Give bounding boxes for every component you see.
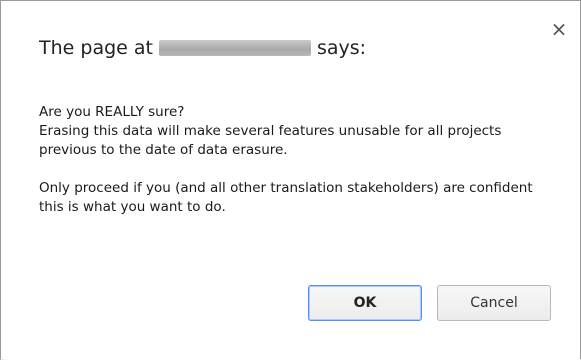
title-prefix: The page at	[39, 37, 153, 59]
redacted-origin-url	[158, 40, 311, 56]
close-icon: ×	[550, 17, 568, 41]
dialog-message: Are you REALLY sure? Erasing this data w…	[39, 103, 549, 217]
close-button[interactable]: ×	[549, 19, 569, 39]
javascript-confirm-dialog: × The page at says: Are you REALLY sure?…	[0, 0, 581, 359]
message-paragraph-2: Only proceed if you (and all other trans…	[39, 180, 533, 215]
message-paragraph-1: Are you REALLY sure? Erasing this data w…	[39, 104, 502, 158]
ok-button[interactable]: OK	[308, 285, 422, 321]
cancel-button[interactable]: Cancel	[437, 285, 551, 321]
dialog-title: The page at says:	[39, 37, 366, 59]
title-suffix: says:	[316, 37, 367, 59]
